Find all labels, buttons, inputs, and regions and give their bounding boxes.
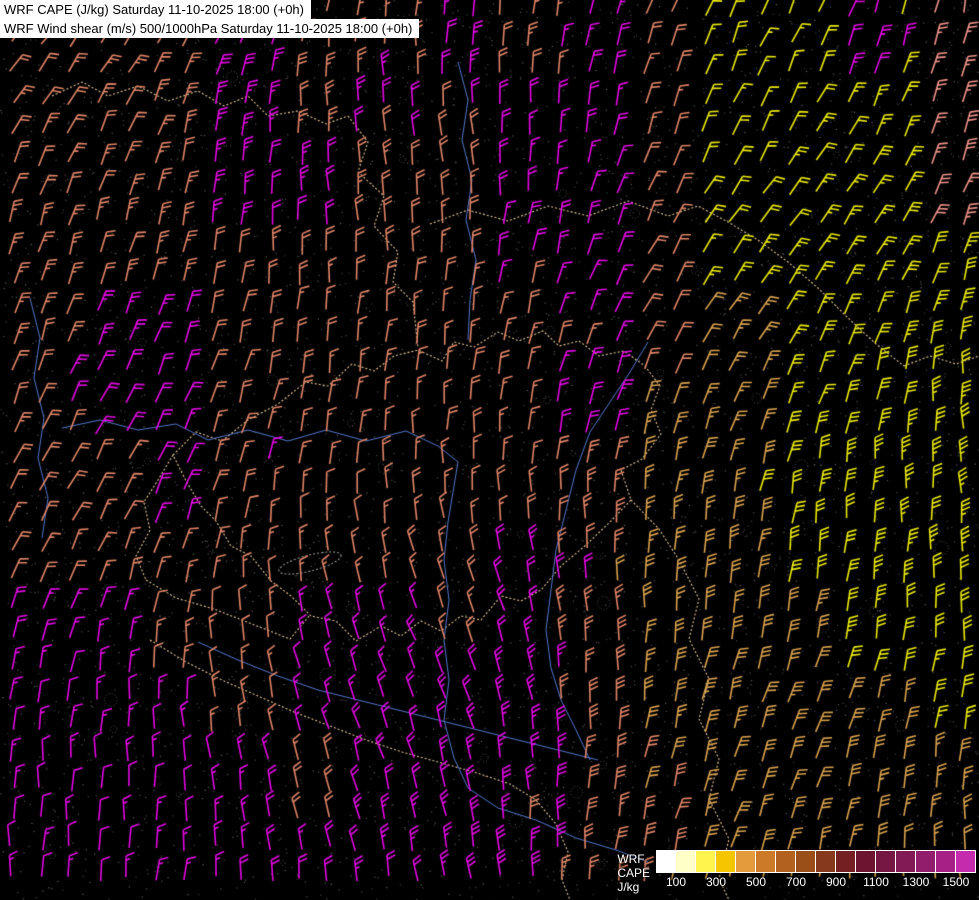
- legend-swatch: [816, 850, 836, 873]
- legend-tick-label: 900: [816, 875, 856, 889]
- legend-tick-label: 1500: [936, 875, 976, 889]
- legend-title: WRF CAPE J/kg: [617, 850, 650, 894]
- legend-swatch: [776, 850, 796, 873]
- legend-tick-row: 100300500700900110013001500: [656, 875, 976, 889]
- legend-swatch: [696, 850, 716, 873]
- cape-legend: WRF CAPE J/kg 10030050070090011001300150…: [617, 850, 976, 894]
- header-title-windshear: WRF Wind shear (m/s) 500/1000hPa Saturda…: [0, 19, 419, 38]
- legend-bar-block: 100300500700900110013001500: [656, 850, 976, 889]
- legend-swatch: [656, 850, 676, 873]
- legend-swatch: [956, 850, 976, 873]
- legend-swatch: [896, 850, 916, 873]
- legend-tick-label: 1300: [896, 875, 936, 889]
- legend-tick-label: 100: [656, 875, 696, 889]
- legend-tick-label: 300: [696, 875, 736, 889]
- legend-swatch: [936, 850, 956, 873]
- legend-swatch: [716, 850, 736, 873]
- weather-map-canvas: [0, 0, 979, 900]
- wrf-map-screen: WRF CAPE (J/kg) Saturday 11-10-2025 18:0…: [0, 0, 979, 900]
- legend-swatch: [796, 850, 816, 873]
- legend-swatch: [916, 850, 936, 873]
- legend-tick-label: 700: [776, 875, 816, 889]
- legend-color-bar: [656, 850, 976, 873]
- legend-tick-label: 500: [736, 875, 776, 889]
- legend-title-line2: CAPE: [617, 866, 650, 880]
- legend-title-line1: WRF: [617, 852, 650, 866]
- legend-swatch: [756, 850, 776, 873]
- legend-tick-label: 1100: [856, 875, 896, 889]
- legend-title-line3: J/kg: [617, 880, 650, 894]
- legend-swatch: [856, 850, 876, 873]
- header-title-cape: WRF CAPE (J/kg) Saturday 11-10-2025 18:0…: [0, 0, 311, 19]
- legend-swatch: [736, 850, 756, 873]
- legend-swatch: [836, 850, 856, 873]
- legend-swatch: [676, 850, 696, 873]
- legend-swatch: [876, 850, 896, 873]
- map-header: WRF CAPE (J/kg) Saturday 11-10-2025 18:0…: [0, 0, 419, 38]
